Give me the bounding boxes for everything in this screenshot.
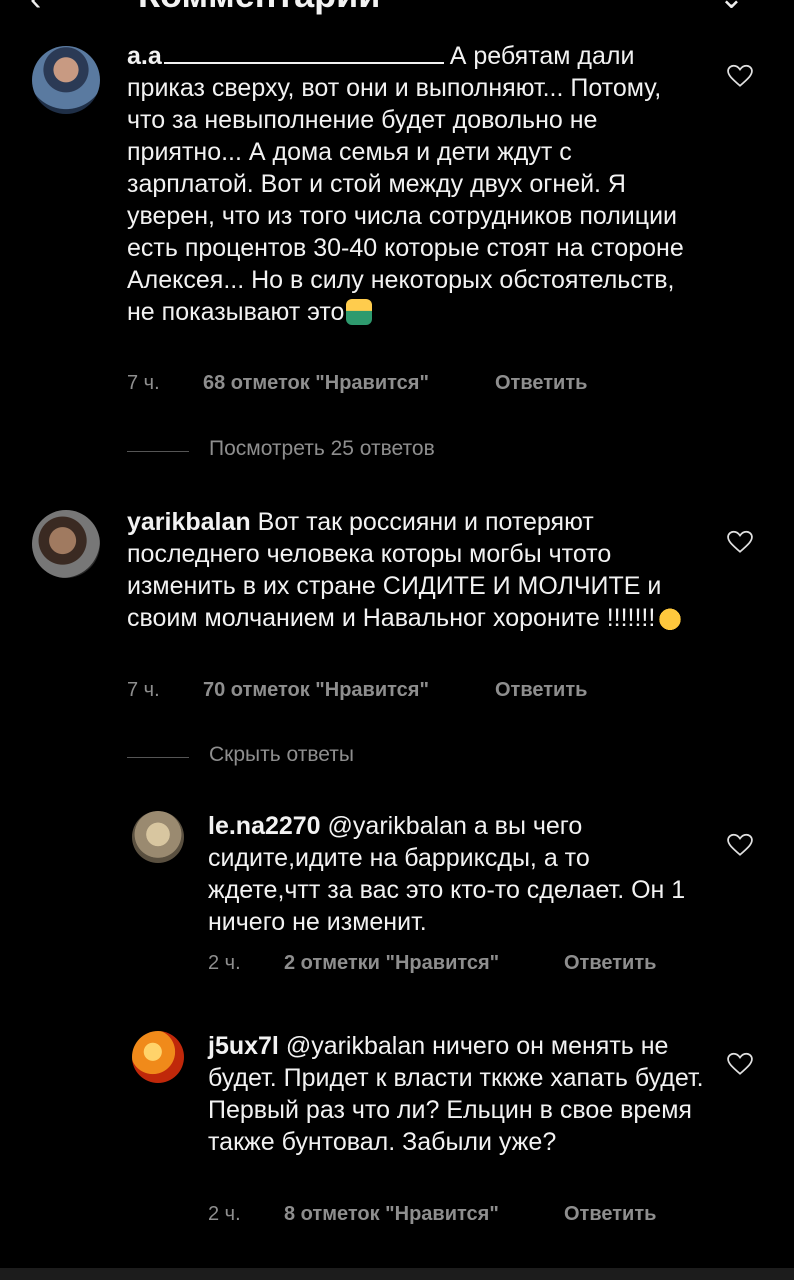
avatar[interactable]: [32, 46, 100, 114]
avatar[interactable]: [32, 510, 100, 578]
comment-body: @yarikbalan ничего он менять не будет. П…: [208, 1032, 704, 1156]
likes-count[interactable]: 68 отметок "Нравится": [203, 372, 429, 395]
heart-icon[interactable]: [727, 530, 753, 554]
reply-button[interactable]: Ответить: [564, 1203, 656, 1226]
page-title: Комментарии: [138, 0, 380, 13]
reply-button[interactable]: Ответить: [495, 679, 587, 702]
likes-count[interactable]: 2 отметки "Нравится": [284, 952, 499, 975]
likes-count[interactable]: 8 отметок "Нравится": [284, 1203, 499, 1226]
avatar[interactable]: [132, 1031, 184, 1083]
comment-username[interactable]: yarikbalan: [127, 508, 251, 536]
avatar[interactable]: [132, 811, 184, 863]
bottom-bar: [0, 1268, 794, 1280]
heart-icon[interactable]: [727, 1052, 753, 1076]
person-shrugging-emoji-icon: [346, 299, 373, 325]
username-underline: [163, 44, 444, 64]
heart-icon[interactable]: [727, 64, 753, 88]
likes-count[interactable]: 70 отметок "Нравится": [203, 679, 429, 702]
comment-body: А ребятам дали приказ сверху, вот они и …: [127, 42, 684, 326]
comment-time: 2 ч.: [208, 952, 241, 974]
comment-time: 7 ч.: [127, 372, 160, 394]
reply-text: le.na2270 @yarikbalan а вы чего сидите,и…: [208, 810, 708, 938]
thread-line: [127, 757, 189, 758]
comment-time: 2 ч.: [208, 1203, 241, 1225]
waving-hand-emoji-icon: [657, 605, 684, 631]
comment-username[interactable]: j5ux7l: [208, 1032, 279, 1060]
comment-text: a.a А ребятам дали приказ сверху, вот они…: [127, 40, 687, 328]
back-arrow-icon[interactable]: ‹: [30, 0, 41, 16]
top-bar: ‹ Комментарии ⌄: [0, 0, 794, 16]
hide-replies-label[interactable]: Скрыть ответы: [209, 743, 354, 767]
more-icon[interactable]: ⌄: [719, 0, 744, 16]
heart-icon[interactable]: [727, 833, 753, 857]
reply-button[interactable]: Ответить: [564, 952, 656, 975]
view-replies-label[interactable]: Посмотреть 25 ответов: [209, 437, 435, 461]
comment-text: yarikbalan Вот так россияни и потеряют п…: [127, 506, 707, 634]
reply-button[interactable]: Ответить: [495, 372, 587, 395]
comment-username[interactable]: le.na2270: [208, 812, 321, 840]
thread-line: [127, 451, 189, 452]
reply-text: j5ux7l @yarikbalan ничего он менять не б…: [208, 1030, 708, 1158]
comment-username[interactable]: a.a: [127, 42, 162, 70]
comment-time: 7 ч.: [127, 679, 160, 701]
